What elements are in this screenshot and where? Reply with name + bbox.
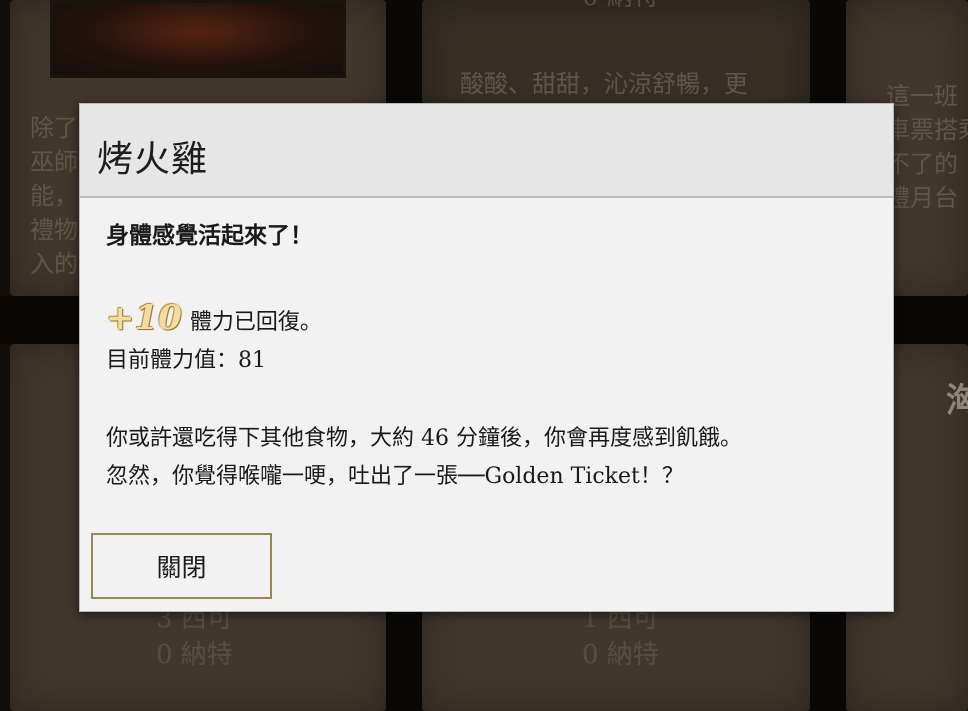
dialog-title: 烤火雞 xyxy=(97,139,209,180)
close-button[interactable]: 關閉 xyxy=(91,533,272,599)
hunger-text: 你或許還吃得下其他食物，大約 46 分鐘後，你會再度感到飢餓。 xyxy=(106,426,742,451)
hp-gain-badge: +10 xyxy=(106,298,182,338)
current-hp-text: 目前體力值：81 xyxy=(106,348,266,373)
modal-dialog: 烤火雞 身體感覺活起來了！ +10 體力已回復。 目前體力值：81 你或許還吃得… xyxy=(79,103,894,612)
hp-restored-row: +10 體力已回復。 xyxy=(106,298,873,342)
golden-ticket-text: 忽然，你覺得喉嚨一哽，吐出了一張──Golden Ticket！？ xyxy=(106,464,684,489)
dialog-headline: 身體感覺活起來了！ xyxy=(106,223,313,249)
hp-restored-text: 體力已回復。 xyxy=(189,310,322,335)
dialog-header: 烤火雞 xyxy=(80,104,893,198)
dialog-body: 身體感覺活起來了！ +10 體力已回復。 目前體力值：81 你或許還吃得下其他食… xyxy=(106,216,873,496)
